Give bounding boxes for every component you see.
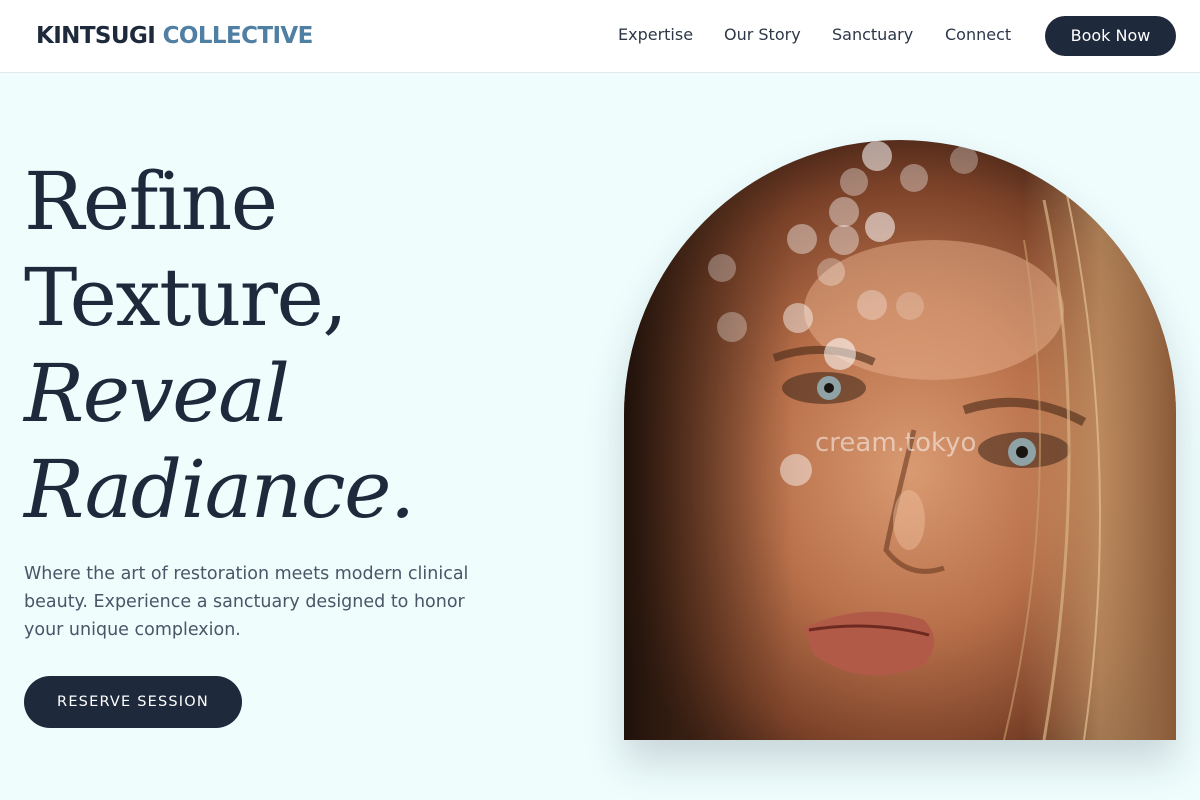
nav-link-expertise[interactable]: Expertise bbox=[618, 24, 693, 46]
reserve-session-button[interactable]: RESERVE SESSION bbox=[24, 676, 242, 728]
nav-link-sanctuary[interactable]: Sanctuary bbox=[832, 24, 913, 46]
book-now-button[interactable]: Book Now bbox=[1045, 16, 1176, 56]
nav-link-our-story[interactable]: Our Story bbox=[724, 24, 801, 46]
image-watermark: cream.tokyo bbox=[815, 428, 977, 458]
logo-text-primary: KINTSUGI bbox=[36, 23, 156, 49]
hero-heading-line-4: Radiance. bbox=[24, 443, 415, 536]
hero-heading-line-3: Reveal bbox=[24, 347, 290, 440]
logo-text-accent: COLLECTIVE bbox=[162, 23, 314, 49]
site-header: KINTSUGI COLLECTIVE Expertise Our Story … bbox=[0, 0, 1200, 73]
brand-logo[interactable]: KINTSUGI COLLECTIVE bbox=[36, 21, 313, 51]
hero-heading-line-2: Texture, bbox=[24, 251, 348, 344]
hero-description: Where the art of restoration meets moder… bbox=[24, 564, 469, 640]
nav-link-connect[interactable]: Connect bbox=[945, 24, 1011, 46]
hero-heading-line-1: Refine bbox=[24, 155, 278, 248]
